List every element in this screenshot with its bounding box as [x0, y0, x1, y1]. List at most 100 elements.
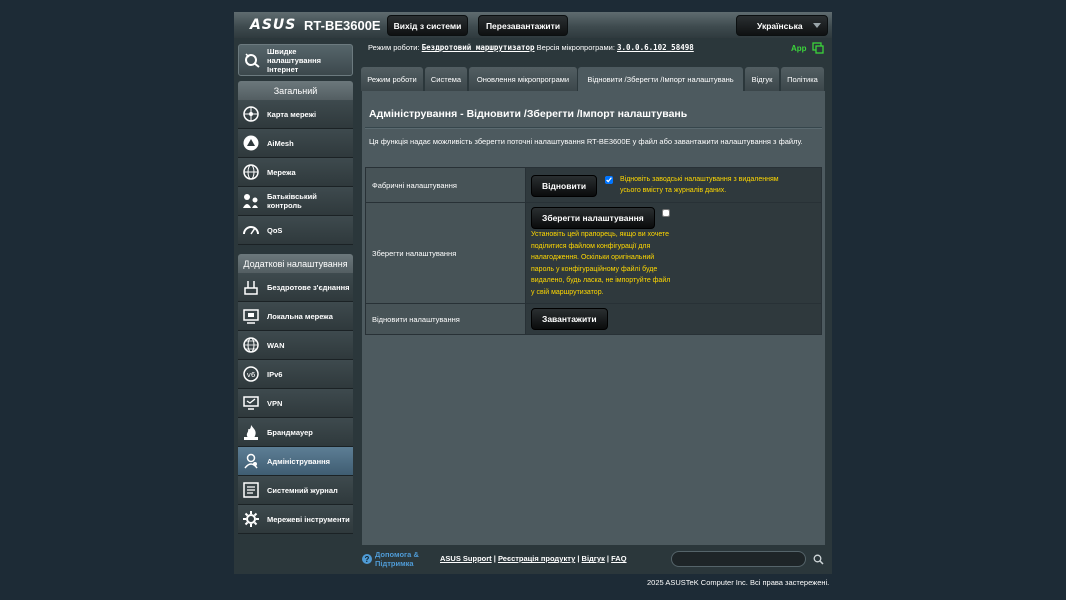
tab-privacy[interactable]: Політика: [781, 67, 824, 91]
brand-logo: ASUS: [250, 17, 297, 33]
sidebar-item-network-tools[interactable]: Мережеві інструменти: [238, 505, 353, 534]
administration-icon: [242, 452, 260, 470]
sidebar-item-label: VPN: [267, 398, 283, 408]
sidebar-item-label: Бездротове з'єднання: [267, 282, 350, 292]
router-admin-window: ASUS RT-BE3600E Вихід з системи Перезава…: [234, 12, 832, 574]
sidebar-item-label: Локальна мережа: [267, 311, 333, 321]
general-section-header: Загальний: [238, 81, 353, 100]
ipv6-icon: v6: [242, 365, 260, 383]
table-row-factory-default: Фабричні налаштування Відновити Відновіт…: [365, 167, 822, 203]
sidebar-item-system-log[interactable]: Системний журнал: [238, 476, 353, 505]
sidebar-item-label: IPv6: [267, 369, 283, 379]
footer-link-feedback[interactable]: Відгук: [582, 554, 605, 563]
restore-settings-label: Відновити налаштування: [365, 303, 526, 335]
tab-restore-save-upload[interactable]: Відновити /Зберегти /Імпорт налаштувань: [578, 67, 743, 91]
top-bar: ASUS RT-BE3600E Вихід з системи Перезава…: [234, 12, 832, 38]
quick-setup-button[interactable]: Швидке налаштування Інтернет: [238, 44, 353, 76]
sidebar-item-label: Адміністрування: [267, 456, 331, 466]
quick-setup-icon: [243, 51, 261, 69]
language-select[interactable]: Українська: [736, 15, 828, 36]
advanced-section-header: Додаткові налаштування: [238, 254, 353, 273]
model-name: RT-BE3600E: [304, 18, 381, 33]
restore-button[interactable]: Відновити: [531, 174, 598, 197]
guest-network-icon: [242, 163, 260, 181]
sidebar-item-administration[interactable]: Адміністрування: [238, 447, 353, 476]
sidebar-item-label: QoS: [267, 225, 283, 235]
help-icon: ?: [362, 554, 372, 564]
tab-operation-mode[interactable]: Режим роботи: [361, 67, 423, 91]
sidebar-item-aimesh[interactable]: AiMesh: [238, 129, 353, 158]
footer: ? Допомога & Підтримка ASUS Support | Ре…: [362, 547, 825, 571]
save-settings-label: Зберегти налаштування: [365, 202, 526, 304]
vpn-icon: [242, 394, 260, 412]
svg-text:v6: v6: [247, 371, 256, 379]
sidebar-item-vpn[interactable]: VPN: [238, 389, 353, 418]
save-settings-note: Установіть цей прапорець, якщо ви хочете…: [531, 231, 671, 296]
share-config-checkbox[interactable]: [662, 209, 671, 217]
factory-default-note: Відновіть заводські налаштування з видал…: [619, 175, 779, 195]
operation-mode-line: Режим роботи: Бездротовий маршрутизатор …: [368, 43, 694, 52]
sidebar-item-label: Батьківський контроль: [267, 192, 317, 210]
app-icon[interactable]: [812, 42, 824, 54]
firmware-link[interactable]: 3.0.0.6.102_58498: [617, 43, 694, 52]
save-settings-button[interactable]: Зберегти налаштування: [531, 207, 655, 229]
search-icon[interactable]: [811, 551, 825, 567]
network-tools-icon: [242, 510, 260, 528]
wan-icon: [242, 336, 260, 354]
language-value: Українська: [757, 20, 803, 31]
sidebar-item-ipv6[interactable]: v6 IPv6: [238, 360, 353, 389]
factory-default-label: Фабричні налаштування: [365, 167, 526, 203]
sidebar-item-label: Брандмауер: [267, 427, 313, 437]
search-input[interactable]: [671, 551, 806, 567]
lan-icon: [242, 307, 260, 325]
sidebar-item-firewall[interactable]: Брандмауер: [238, 418, 353, 447]
footer-link-faq[interactable]: FAQ: [611, 554, 626, 563]
sidebar-item-lan[interactable]: Локальна мережа: [238, 302, 353, 331]
table-row-save-settings: Зберегти налаштування Зберегти налаштува…: [365, 202, 822, 304]
sidebar-item-label: Мережа: [267, 167, 296, 177]
tab-feedback[interactable]: Відгук: [745, 67, 779, 91]
sidebar-item-label: AiMesh: [267, 138, 294, 148]
sidebar-item-label: Мережеві інструменти: [267, 514, 350, 524]
sidebar-item-network-map[interactable]: Карта мережі: [238, 100, 353, 129]
footer-link-product-registration[interactable]: Реєстрація продукту: [498, 554, 575, 563]
tab-system[interactable]: Система: [425, 67, 467, 91]
restore-settings-cell: Завантажити: [525, 303, 822, 335]
firmware-label: Версія мікропрограми:: [536, 43, 615, 52]
save-settings-cell: Зберегти налаштування Установіть цей пра…: [525, 202, 822, 304]
qos-icon: [242, 221, 260, 239]
sidebar-item-guest-network[interactable]: Мережа: [238, 158, 353, 187]
footer-link-asus-support[interactable]: ASUS Support: [440, 554, 492, 563]
sidebar-item-qos[interactable]: QoS: [238, 216, 353, 245]
sidebar-item-parental-control[interactable]: Батьківський контроль: [238, 187, 353, 216]
page-title: Адміністрування - Відновити /Зберегти /І…: [369, 108, 688, 120]
title-divider: [365, 127, 822, 129]
main-panel: Адміністрування - Відновити /Зберегти /І…: [362, 91, 825, 545]
sidebar: Швидке налаштування Інтернет Загальний К…: [238, 44, 353, 534]
sidebar-item-label: Системний журнал: [267, 485, 338, 495]
network-map-icon: [242, 105, 260, 123]
logout-button[interactable]: Вихід з системи: [387, 15, 468, 36]
copyright: 2025 ASUSTeK Computer Inc. Всі права зас…: [647, 578, 830, 587]
aimesh-icon: [242, 134, 260, 152]
op-mode-link[interactable]: Бездротовий маршрутизатор: [422, 43, 535, 52]
reboot-button[interactable]: Перезавантажити: [478, 15, 568, 36]
factory-default-cell: Відновити Відновіть заводські налаштуван…: [525, 167, 822, 203]
quick-setup-label: Швидке налаштування Інтернет: [267, 46, 322, 74]
sidebar-item-wan[interactable]: WAN: [238, 331, 353, 360]
table-row-restore-settings: Відновити налаштування Завантажити: [365, 303, 822, 335]
factory-wipe-checkbox[interactable]: [604, 175, 613, 184]
sidebar-item-label: Карта мережі: [267, 109, 317, 119]
firewall-icon: [242, 423, 260, 441]
help-support-link[interactable]: Допомога & Підтримка: [375, 550, 435, 568]
sidebar-item-wireless[interactable]: Бездротове з'єднання: [238, 273, 353, 302]
sidebar-item-label: WAN: [267, 340, 285, 350]
parental-control-icon: [242, 192, 260, 210]
footer-links: ASUS Support | Реєстрація продукту | Від…: [440, 554, 627, 563]
tab-firmware-upgrade[interactable]: Оновлення мікропрограми: [469, 67, 577, 91]
upload-button[interactable]: Завантажити: [531, 308, 608, 330]
app-link[interactable]: App: [791, 44, 807, 53]
op-mode-label: Режим роботи:: [368, 43, 420, 52]
settings-table: Фабричні налаштування Відновити Відновіт…: [365, 167, 822, 335]
page-description: Ця функція надає можливість зберегти пот…: [369, 137, 803, 146]
